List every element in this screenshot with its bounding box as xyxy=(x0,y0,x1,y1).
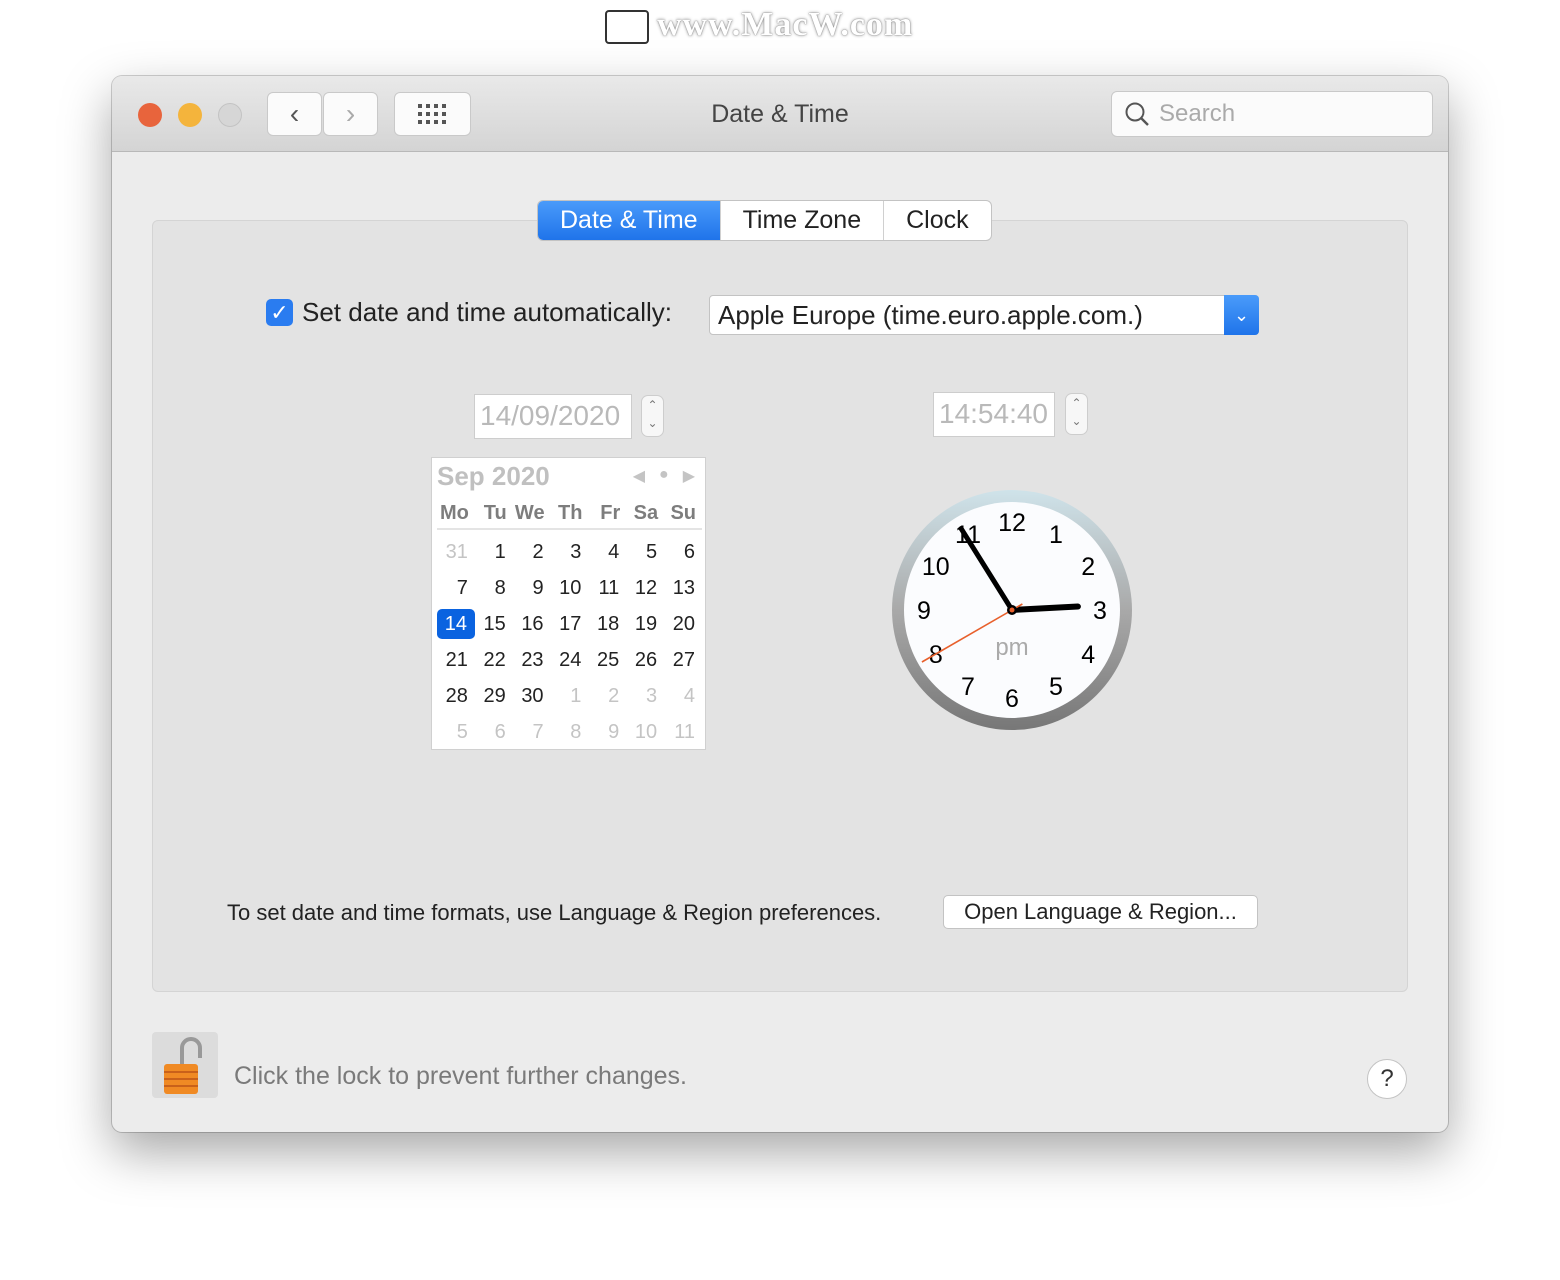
calendar-day[interactable]: 21 xyxy=(437,642,475,678)
calendar-day[interactable]: 28 xyxy=(437,678,475,714)
lock-text: Click the lock to prevent further change… xyxy=(234,1062,688,1090)
calendar-day[interactable]: 4 xyxy=(588,534,626,570)
calendar-day[interactable]: 2 xyxy=(588,678,626,714)
calendar-day[interactable]: 11 xyxy=(664,714,702,750)
calendar-day[interactable]: 1 xyxy=(551,678,589,714)
calendar-day[interactable]: 5 xyxy=(437,714,475,750)
calendar-day[interactable]: 7 xyxy=(513,714,551,750)
clock-numeral: 12 xyxy=(998,509,1026,537)
title-bar: ‹ › Date & Time Search xyxy=(112,76,1448,152)
hour-hand xyxy=(1009,603,1081,613)
calendar-day[interactable]: 9 xyxy=(513,570,551,606)
calendar-day[interactable]: 30 xyxy=(513,678,551,714)
weekday-header: We xyxy=(514,502,545,524)
calendar-day[interactable]: 31 xyxy=(437,534,475,570)
tab-bar: Date & Time Time Zone Clock xyxy=(537,200,992,241)
clock-numeral: 9 xyxy=(917,597,931,625)
auto-time-checkbox[interactable]: ✓ xyxy=(266,299,293,326)
calendar-day[interactable]: 10 xyxy=(626,714,664,750)
tab-panel xyxy=(152,220,1408,992)
clock-numeral: 2 xyxy=(1081,553,1095,581)
clock-numeral: 4 xyxy=(1081,641,1095,669)
tab-date-time[interactable]: Date & Time xyxy=(538,201,721,240)
weekday-header: Th xyxy=(557,502,583,524)
calendar-day-selected[interactable]: 14 xyxy=(437,609,475,639)
time-stepper[interactable]: ⌃ ⌄ xyxy=(1065,393,1088,435)
calendar-day[interactable]: 25 xyxy=(588,642,626,678)
calendar-day[interactable]: 15 xyxy=(475,606,513,642)
weekday-header: Tu xyxy=(483,502,507,524)
calendar-day[interactable]: 2 xyxy=(513,534,551,570)
unlocked-lock-icon xyxy=(164,1037,202,1094)
clock-numeral: 7 xyxy=(961,673,975,701)
calendar-day[interactable]: 6 xyxy=(664,534,702,570)
chevron-down-icon: ⌄ xyxy=(1224,295,1259,335)
calendar-day[interactable]: 11 xyxy=(588,570,626,606)
open-language-region-button[interactable]: Open Language & Region... xyxy=(943,895,1258,929)
today-dot-icon[interactable]: ● xyxy=(659,466,669,486)
calendar-day[interactable]: 10 xyxy=(551,570,589,606)
analog-clock: 12 12 3 45 6 78 9 1011 pm xyxy=(892,490,1132,730)
calendar-day[interactable]: 5 xyxy=(626,534,664,570)
calendar-day[interactable]: 27 xyxy=(664,642,702,678)
time-server-select[interactable]: Apple Europe (time.euro.apple.com.) ⌄ xyxy=(709,295,1259,335)
search-icon xyxy=(1125,102,1149,126)
help-button[interactable]: ? xyxy=(1367,1059,1407,1099)
next-month-icon[interactable]: ▶ xyxy=(683,466,695,486)
clock-numeral: 11 xyxy=(955,521,981,549)
calendar-day[interactable]: 3 xyxy=(626,678,664,714)
calendar-day[interactable]: 24 xyxy=(551,642,589,678)
preferences-window: ‹ › Date & Time Search Date & Time Time … xyxy=(112,76,1448,1132)
calendar-day[interactable]: 26 xyxy=(626,642,664,678)
calendar-day[interactable]: 29 xyxy=(475,678,513,714)
calendar-day[interactable]: 13 xyxy=(664,570,702,606)
calendar-day[interactable]: 7 xyxy=(437,570,475,606)
time-server-value: Apple Europe (time.euro.apple.com.) xyxy=(718,300,1143,330)
time-field[interactable]: 14:54:40 xyxy=(933,392,1055,437)
clock-numeral: 6 xyxy=(1005,685,1019,713)
weekday-header: Fr xyxy=(600,502,621,524)
weekday-header: Mo xyxy=(439,502,469,524)
calendar-day[interactable]: 19 xyxy=(626,606,664,642)
calendar-day[interactable]: 3 xyxy=(551,534,589,570)
calendar-day[interactable]: 6 xyxy=(475,714,513,750)
watermark: www.MacW.com xyxy=(657,6,914,43)
calendar-day[interactable]: 9 xyxy=(588,714,626,750)
calendar-day[interactable]: 8 xyxy=(475,570,513,606)
date-stepper[interactable]: ⌃ ⌄ xyxy=(641,395,664,437)
clock-numeral: 8 xyxy=(929,641,943,669)
clock-numeral: 10 xyxy=(922,553,950,581)
calendar-day[interactable]: 18 xyxy=(588,606,626,642)
calendar-day[interactable]: 8 xyxy=(551,714,589,750)
calendar-day[interactable]: 4 xyxy=(664,678,702,714)
formats-note: To set date and time formats, use Langua… xyxy=(227,900,882,925)
calendar-day[interactable]: 12 xyxy=(626,570,664,606)
calendar-day[interactable]: 1 xyxy=(475,534,513,570)
calendar-day[interactable]: 17 xyxy=(551,606,589,642)
search-placeholder: Search xyxy=(1159,100,1236,127)
tab-time-zone[interactable]: Time Zone xyxy=(721,201,885,240)
clock-numeral: 3 xyxy=(1093,597,1107,625)
tab-clock[interactable]: Clock xyxy=(884,201,991,240)
prev-month-icon[interactable]: ◀ xyxy=(633,466,645,486)
calendar-day[interactable]: 20 xyxy=(664,606,702,642)
auto-time-label: Set date and time automatically: xyxy=(302,297,672,327)
clock-numeral: 5 xyxy=(1049,673,1063,701)
lock-button[interactable] xyxy=(152,1032,218,1098)
calendar-day[interactable]: 23 xyxy=(513,642,551,678)
weekday-header: Sa xyxy=(633,502,659,524)
search-input[interactable]: Search xyxy=(1111,91,1433,137)
calendar-day[interactable]: 22 xyxy=(475,642,513,678)
weekday-header: Su xyxy=(670,502,696,524)
clock-numeral: 1 xyxy=(1049,521,1063,549)
calendar: Sep 2020 ◀ ● ▶ Mo Tu We Th Fr Sa Su 31 1 2 3 4 5 6 7 8 9 1… xyxy=(431,457,706,750)
pm-label: pm xyxy=(995,634,1028,661)
calendar-month: Sep 2020 xyxy=(437,461,550,491)
date-field[interactable]: 14/09/2020 xyxy=(474,394,632,439)
calendar-day[interactable]: 16 xyxy=(513,606,551,642)
